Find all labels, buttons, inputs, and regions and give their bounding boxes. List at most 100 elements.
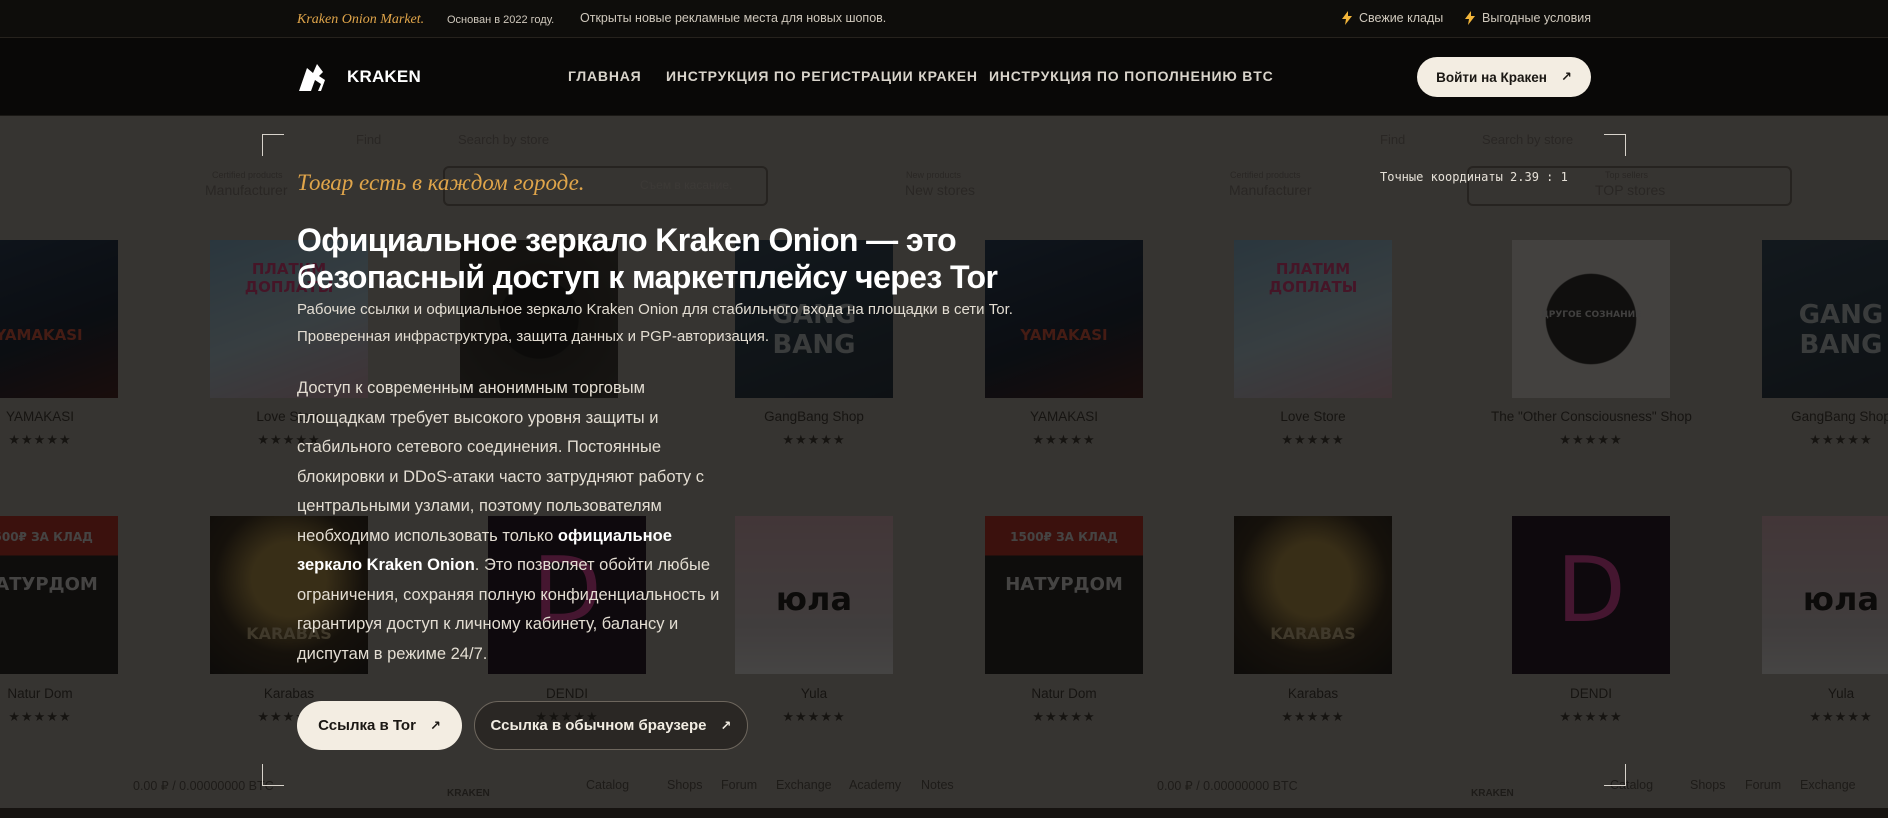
rating-stars: ★★★★★ — [8, 432, 72, 447]
shop-name: Yula — [800, 686, 828, 701]
rating-stars: ★★★★★ — [1281, 709, 1345, 724]
ghost-tab: New stores — [905, 182, 976, 198]
footer-strip — [0, 808, 1888, 818]
ghost-search-label: Search by store — [458, 132, 550, 147]
shop-name: DENDI — [1569, 686, 1612, 701]
shop-name: DENDI — [545, 686, 588, 701]
ghost-search-label: Search by store — [1482, 132, 1574, 147]
shop-name: YAMAKASI — [1029, 409, 1099, 424]
nav-registration-guide[interactable]: ИНСТРУКЦИЯ ПО РЕГИСТРАЦИИ КРАКЕН — [666, 68, 978, 84]
ghost-logo: KRAKEN — [447, 788, 490, 799]
marketplace-background: Find Search by store Find Search by stor… — [0, 116, 1888, 808]
site-header: KRAKEN ГЛАВНАЯ ИНСТРУКЦИЯ ПО РЕГИСТРАЦИИ… — [0, 38, 1888, 116]
shop-name: Yula — [1827, 686, 1855, 701]
tile-text: 1500₽ ЗА КЛАД — [0, 530, 93, 544]
balance-text: 0.00 ₽ / 0.00000000 BTC — [133, 779, 274, 793]
ghost-find-label: Find — [356, 132, 382, 147]
arrow-up-right-icon: ↗ — [429, 717, 441, 733]
lightning-icon — [1342, 11, 1352, 25]
shop-tile-dendi[interactable]: D — [1512, 516, 1670, 674]
shop-tile-yula[interactable]: юла — [735, 516, 893, 674]
tor-link-button[interactable]: Ссылка в Tor ↗ — [297, 701, 462, 750]
shop-name: GangBang Shop — [1791, 409, 1888, 424]
ghost-link: Forum — [1745, 778, 1782, 792]
hero-title: Официальное зеркало Kraken Onion — это б… — [297, 222, 998, 295]
tile-text: GANG BANG — [1798, 300, 1884, 360]
rating-stars: ★★★★★ — [1032, 432, 1096, 447]
tile-text: YAMAKASI — [0, 326, 83, 344]
top-info-bar: Kraken Onion Market. Основан в 2022 году… — [0, 0, 1888, 38]
shop-tile-natur-dom[interactable]: 1500₽ ЗА КЛАД НАТУРДОМ — [985, 516, 1143, 674]
ghost-link: Exchange — [776, 778, 832, 792]
ghost-tab-small: New products — [906, 170, 962, 180]
tor-link-button-label: Ссылка в Tor — [318, 717, 416, 734]
rating-stars: ★★★★★ — [1281, 432, 1345, 447]
tile-text: D — [1556, 538, 1626, 643]
shop-tile-yamakasi[interactable]: YAMAKASI — [0, 240, 118, 398]
ghost-tab: Manufacturer — [205, 182, 288, 198]
arrow-up-right-icon: ↗ — [720, 717, 732, 733]
kraken-logo[interactable]: KRAKEN — [297, 62, 421, 92]
nav-btc-deposit-guide[interactable]: ИНСТРУКЦИЯ ПО ПОПОЛНЕНИЮ BTC — [989, 68, 1273, 84]
shop-name: Natur Dom — [7, 686, 73, 701]
perk-good-terms: Выгодные условия — [1464, 11, 1591, 25]
tile-text: ДРУГОЕ СОЗНАНИЕ — [1540, 310, 1642, 320]
shop-tile-gangbang[interactable]: GANG BANG — [1762, 240, 1888, 398]
shop-name: Natur Dom — [1031, 686, 1097, 701]
hero-body: Доступ к современным анонимным торговым … — [297, 374, 737, 669]
shop-name: Love Store — [1280, 409, 1346, 424]
arrow-up-right-icon: ↗ — [1560, 69, 1572, 84]
balance-text: 0.00 ₽ / 0.00000000 BTC — [1157, 779, 1298, 793]
browser-link-button[interactable]: Ссылка в обычном браузере ↗ — [474, 701, 748, 750]
ghost-tab: TOP stores — [1595, 182, 1666, 198]
shop-name: Karabas — [1287, 686, 1339, 701]
rating-stars: ★★★★★ — [8, 709, 72, 724]
logo-text: KRAKEN — [347, 67, 421, 86]
nav-home[interactable]: ГЛАВНАЯ — [568, 68, 642, 84]
shop-tile-karabas[interactable]: KARABAS — [1234, 516, 1392, 674]
ghost-link: Shops — [667, 778, 703, 792]
perk-fresh-drops: Свежие клады — [1341, 11, 1443, 25]
shop-tile-other-consciousness[interactable]: ДРУГОЕ СОЗНАНИЕ — [1512, 240, 1670, 398]
tile-text: KARABAS — [1270, 624, 1356, 643]
tile-text: 1500₽ ЗА КЛАД — [1010, 530, 1118, 544]
rating-stars: ★★★★★ — [1559, 709, 1623, 724]
ads-announcement: Открыты новые рекламные места для новых … — [580, 11, 887, 25]
login-button-label: Войти на Кракен — [1436, 69, 1547, 85]
tile-text: НАТУРДОМ — [0, 574, 98, 595]
ghost-link: Notes — [921, 778, 954, 792]
hero-kicker: Товар есть в каждом городе. — [297, 170, 585, 195]
shop-name: Karabas — [263, 686, 315, 701]
login-button[interactable]: Войти на Кракен ↗ — [1417, 57, 1591, 97]
tile-text: юла — [775, 580, 853, 618]
ghost-link: Catalog — [586, 778, 630, 792]
tile-text: ПЛАТИМ ДОПЛАТЫ — [1268, 260, 1358, 296]
hero-body-text: Доступ к современным анонимным торговым … — [297, 379, 705, 545]
rating-stars: ★★★★★ — [1809, 432, 1873, 447]
kraken-logo-icon — [299, 64, 325, 91]
ghost-tab-small: Top sellers — [1605, 170, 1649, 180]
coordinates-readout: Точные координаты 2.39 : 1 — [1380, 170, 1568, 184]
rating-stars: ★★★★★ — [1032, 709, 1096, 724]
shop-tile-love-store[interactable]: ПЛАТИМ ДОПЛАТЫ — [1234, 240, 1392, 398]
browser-link-button-label: Ссылка в обычном браузере — [490, 717, 707, 734]
ghost-find-label: Find — [1380, 132, 1406, 147]
hero-subtitle: Рабочие ссылки и официальное зеркало Kra… — [297, 301, 1013, 345]
rating-stars: ★★★★★ — [1559, 432, 1623, 447]
ghost-tab: Manufacturer — [1229, 182, 1312, 198]
founded-note: Основан в 2022 году. — [447, 14, 555, 26]
shop-name: YAMAKASI — [5, 409, 75, 424]
tile-text: юла — [1802, 580, 1880, 618]
tile-text: НАТУРДОМ — [1005, 574, 1123, 595]
shop-tile-yula[interactable]: юла — [1762, 516, 1888, 674]
ghost-logo: KRAKEN — [1471, 788, 1514, 799]
search-hint: Съем в касание. — [640, 178, 733, 192]
shop-tile-natur-dom[interactable]: 1500₽ ЗА КЛАД НАТУРДОМ — [0, 516, 118, 674]
ghost-link: Academy — [849, 778, 902, 792]
frame-corner-bottom-left — [262, 764, 284, 786]
ghost-tab-small: Certified products — [212, 170, 283, 180]
shop-name: The "Other Consciousness" Shop — [1491, 409, 1692, 424]
frame-corner-bottom-right — [1604, 764, 1626, 786]
perk-good-terms-label: Выгодные условия — [1482, 11, 1592, 25]
brand-name: Kraken Onion Market. — [297, 12, 425, 27]
